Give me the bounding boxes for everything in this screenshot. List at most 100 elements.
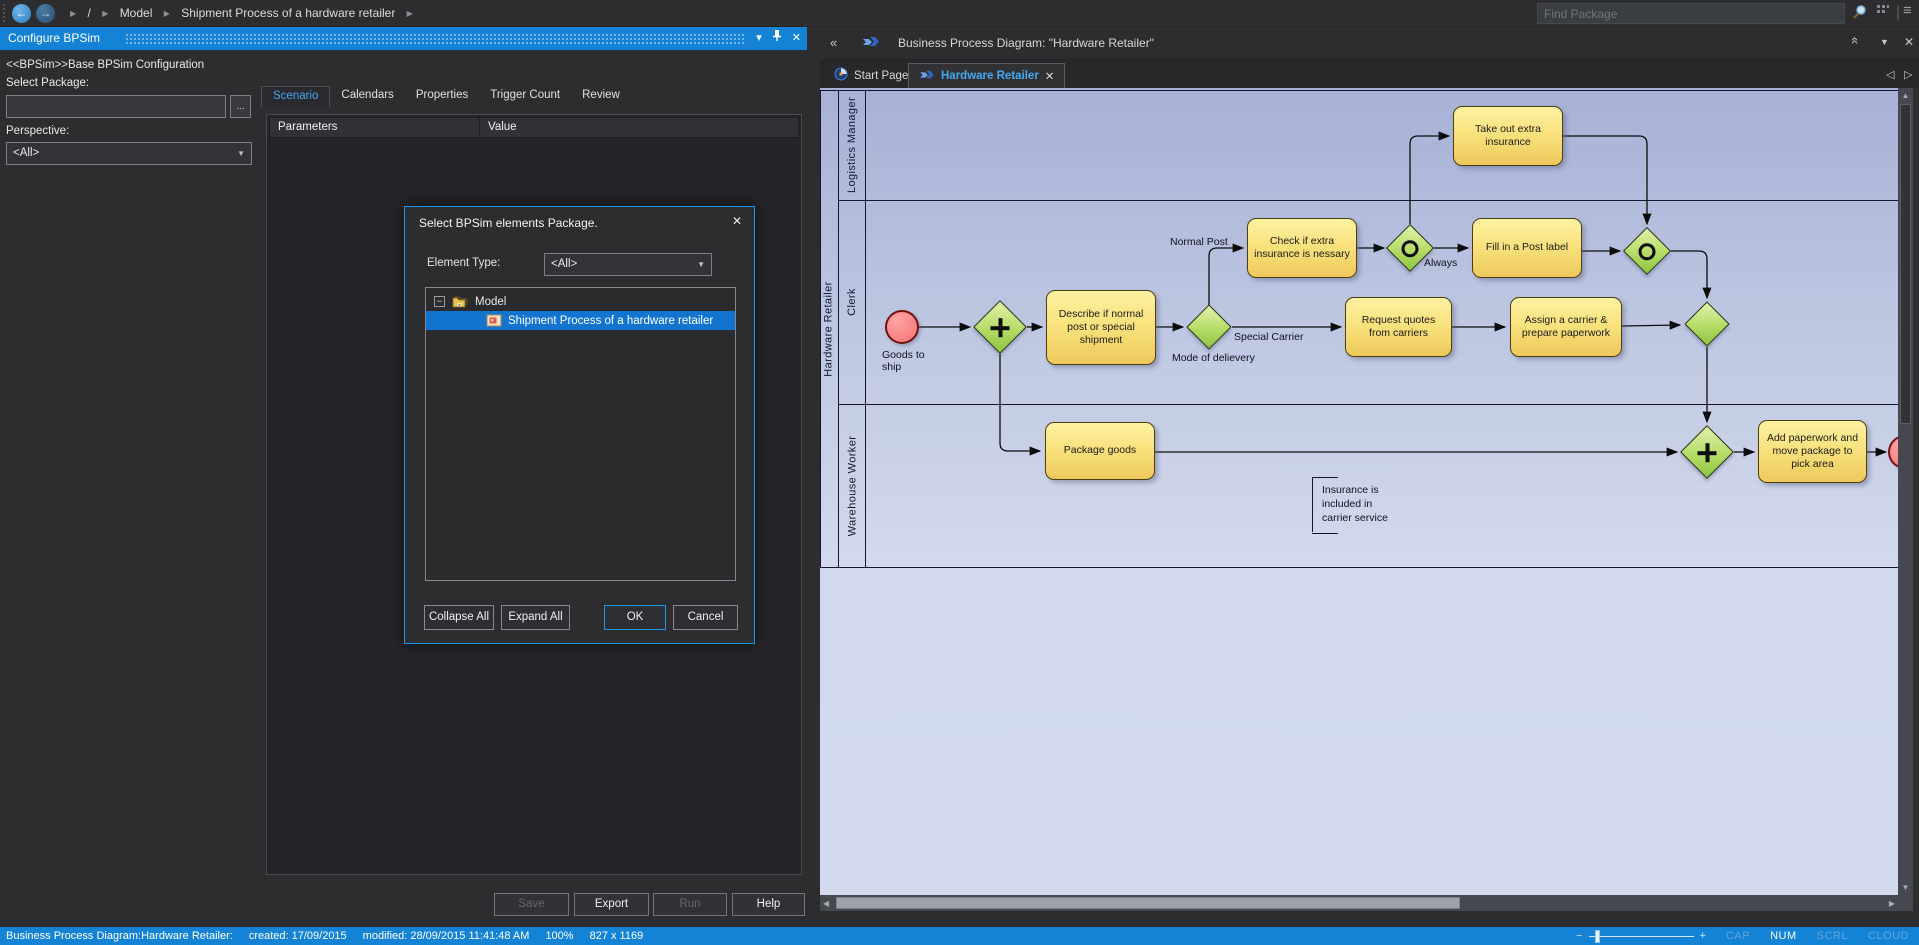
task-take-out-extra-insurance[interactable]: Take out extra insurance: [1453, 106, 1563, 166]
exclusive-gateway-merge[interactable]: [1684, 301, 1729, 346]
close-icon[interactable]: ✕: [1904, 35, 1914, 49]
close-tab-icon[interactable]: ✕: [1045, 69, 1055, 83]
status-zoom: 100%: [545, 930, 573, 942]
hamburger-menu-icon[interactable]: ≡: [1903, 2, 1912, 19]
expand-all-button[interactable]: Expand All: [501, 605, 570, 630]
perspective-label: Perspective:: [6, 125, 69, 137]
find-package-input[interactable]: [1537, 3, 1845, 24]
chevron-right-icon: ▶: [407, 9, 413, 18]
toggle-num[interactable]: NUM: [1770, 930, 1797, 942]
tab-scroll-right-icon[interactable]: ▷: [1904, 68, 1912, 81]
back-button[interactable]: ←: [12, 4, 31, 23]
chevron-right-icon: ▶: [70, 9, 76, 18]
chevron-down-icon[interactable]: ▼: [1880, 37, 1889, 47]
zoom-out-icon[interactable]: −: [1576, 930, 1582, 942]
toolbar-grip: [2, 3, 7, 24]
window-menu-icon[interactable]: ▾: [756, 27, 762, 50]
event-gateway-merge[interactable]: [1623, 227, 1671, 275]
breadcrumb-model[interactable]: Model: [120, 6, 153, 20]
close-icon[interactable]: ✕: [732, 214, 742, 228]
cancel-button[interactable]: Cancel: [673, 605, 738, 630]
parallel-gateway-split[interactable]: [973, 300, 1027, 354]
pool-bottom-border: [820, 567, 1898, 568]
tab-calendars[interactable]: Calendars: [330, 86, 404, 107]
export-button[interactable]: Export: [574, 893, 649, 916]
task-check-extra-insurance[interactable]: Check if extra insurance is nessary: [1247, 218, 1357, 278]
pin-icon[interactable]: [772, 27, 782, 50]
panel-titlebar: Configure BPSim ▾ ✕: [0, 27, 807, 50]
exclusive-gateway-mode-of-delivery[interactable]: [1186, 304, 1231, 349]
diagram-title: Business Process Diagram: "Hardware Reta…: [898, 36, 1154, 50]
forward-button[interactable]: →: [36, 4, 55, 23]
tab-properties[interactable]: Properties: [405, 86, 479, 107]
chevron-right-icon: ▶: [102, 9, 108, 18]
chevron-right-icon: ▶: [164, 9, 170, 18]
status-modified: modified: 28/09/2015 11:41:48 AM: [363, 930, 530, 942]
select-bpsim-package-dialog: Select BPSim elements Package. ✕ Element…: [404, 206, 755, 644]
parallel-gateway-join[interactable]: [1680, 425, 1734, 479]
bpmn-canvas[interactable]: Hardware Retailer Logistics Manager Cler…: [820, 88, 1919, 895]
horizontal-scrollbar[interactable]: ◀ ▶: [820, 895, 1898, 911]
scroll-down-icon[interactable]: ▼: [1898, 883, 1913, 892]
close-icon[interactable]: ✕: [792, 27, 801, 50]
package-tree[interactable]: − Model Shipment Process of a hardware r…: [425, 287, 736, 581]
tab-start-page[interactable]: Start Page: [824, 63, 918, 88]
task-add-paperwork[interactable]: Add paperwork and move package to pick a…: [1758, 420, 1867, 483]
column-parameters[interactable]: Parameters: [270, 118, 480, 137]
task-assign-carrier[interactable]: Assign a carrier & prepare paperwork: [1510, 297, 1622, 357]
scroll-left-icon[interactable]: ◀: [823, 899, 829, 908]
grid-options-icon[interactable]: [1876, 4, 1890, 23]
collapse-panel-icon[interactable]: «: [830, 35, 837, 50]
breadcrumb-root[interactable]: /: [88, 6, 91, 20]
task-package-goods[interactable]: Package goods: [1045, 422, 1155, 480]
status-bar: Business Process Diagram:Hardware Retail…: [0, 927, 1919, 945]
ok-button[interactable]: OK: [604, 605, 666, 630]
tab-scroll-left-icon[interactable]: ◁: [1886, 68, 1894, 81]
column-value[interactable]: Value: [480, 118, 798, 137]
perspective-dropdown[interactable]: <All> ▼: [6, 142, 252, 165]
vertical-scrollbar-thumb[interactable]: [1900, 104, 1911, 424]
breadcrumb-package[interactable]: Shipment Process of a hardware retailer: [181, 6, 395, 20]
element-type-dropdown[interactable]: <All> ▼: [544, 253, 712, 276]
tab-trigger-count[interactable]: Trigger Count: [479, 86, 571, 107]
help-button[interactable]: Help: [732, 893, 805, 916]
start-event-goods-to-ship[interactable]: [885, 310, 919, 344]
toggle-cap[interactable]: CAP: [1726, 930, 1750, 942]
toggle-scrl[interactable]: SCRL: [1817, 930, 1848, 942]
zoom-slider-thumb[interactable]: [1595, 930, 1600, 943]
horizontal-scrollbar-thumb[interactable]: [836, 897, 1460, 909]
diagram-panel: « Business Process Diagram: "Hardware Re…: [820, 27, 1919, 927]
scroll-right-icon[interactable]: ▶: [1889, 899, 1895, 908]
browse-package-button[interactable]: ...: [230, 95, 251, 118]
collapse-expander-icon[interactable]: −: [434, 296, 445, 307]
task-request-quotes[interactable]: Request quotes from carriers: [1345, 297, 1452, 357]
toggle-cloud[interactable]: CLOUD: [1868, 930, 1909, 942]
package-diagram-icon: [486, 314, 502, 327]
run-button[interactable]: Run: [653, 893, 727, 916]
collapse-all-button[interactable]: Collapse All: [424, 605, 494, 630]
tab-review[interactable]: Review: [571, 86, 631, 107]
zoom-in-icon[interactable]: +: [1700, 930, 1706, 942]
text-annotation[interactable]: Insurance is included in carrier service: [1312, 477, 1396, 532]
package-input[interactable]: [6, 95, 226, 118]
lane-divider: [838, 404, 1898, 405]
lane-label-warehouse-worker: Warehouse Worker: [839, 404, 865, 567]
double-chevron-up-icon[interactable]: «: [1848, 37, 1863, 44]
tree-node-shipment-process[interactable]: Shipment Process of a hardware retailer: [426, 311, 735, 330]
tree-node-model[interactable]: − Model: [426, 292, 735, 311]
tab-hardware-retailer[interactable]: Hardware Retailer ✕: [908, 63, 1065, 88]
status-created: created: 17/09/2015: [249, 930, 347, 942]
task-describe-post-or-special[interactable]: Describe if normal post or special shipm…: [1046, 290, 1156, 365]
grid-header: Parameters Value: [269, 117, 799, 138]
pool-label: Hardware Retailer: [820, 90, 838, 567]
start-event-label: Goods to ship: [882, 349, 942, 373]
save-button[interactable]: Save: [494, 893, 569, 916]
zoom-slider-track[interactable]: [1589, 936, 1694, 937]
scroll-up-icon[interactable]: ▲: [1898, 91, 1913, 100]
scrollbar-corner: [1898, 895, 1913, 911]
zoom-slider[interactable]: − +: [1576, 930, 1706, 942]
tab-scenario[interactable]: Scenario: [261, 86, 330, 107]
search-icon[interactable]: [1852, 4, 1868, 25]
task-fill-post-label[interactable]: Fill in a Post label: [1472, 218, 1582, 278]
vertical-scrollbar[interactable]: ▲ ▼: [1898, 88, 1913, 895]
